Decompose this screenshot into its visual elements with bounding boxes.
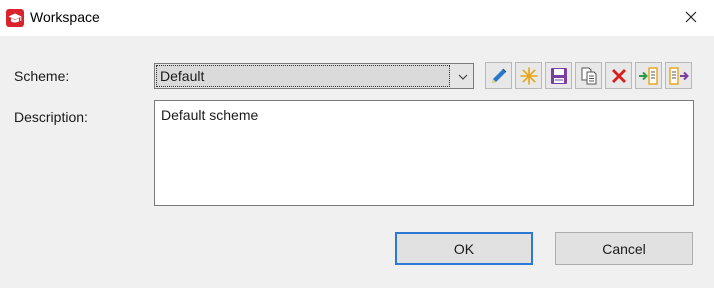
workspace-dialog: Workspace Scheme: Default Description: D… xyxy=(0,0,714,288)
copy-icon xyxy=(579,66,599,86)
save-scheme-button[interactable] xyxy=(545,62,572,89)
new-scheme-button[interactable] xyxy=(515,62,542,89)
delete-x-icon xyxy=(609,66,629,86)
close-button[interactable] xyxy=(668,0,714,36)
description-textarea[interactable]: Default scheme xyxy=(154,100,694,206)
edit-scheme-button[interactable] xyxy=(485,62,512,89)
ok-button[interactable]: OK xyxy=(395,232,533,265)
title-bar: Workspace xyxy=(0,0,714,36)
scheme-label: Scheme: xyxy=(14,68,70,84)
delete-scheme-button[interactable] xyxy=(605,62,632,89)
pencil-icon xyxy=(489,66,509,86)
description-label: Description: xyxy=(14,109,88,125)
floppy-disk-icon xyxy=(549,66,569,86)
scheme-selected-value: Default xyxy=(156,65,450,87)
chevron-down-icon xyxy=(457,70,469,82)
cancel-button[interactable]: Cancel xyxy=(555,232,693,265)
export-icon xyxy=(668,66,690,86)
asterisk-icon xyxy=(519,66,539,86)
graduation-cap-icon xyxy=(6,9,24,27)
scheme-dropdown[interactable]: Default xyxy=(154,63,474,89)
import-scheme-button[interactable] xyxy=(635,62,662,89)
close-icon xyxy=(685,10,697,26)
copy-scheme-button[interactable] xyxy=(575,62,602,89)
import-icon xyxy=(638,66,660,86)
window-title: Workspace xyxy=(30,9,100,25)
export-scheme-button[interactable] xyxy=(665,62,692,89)
